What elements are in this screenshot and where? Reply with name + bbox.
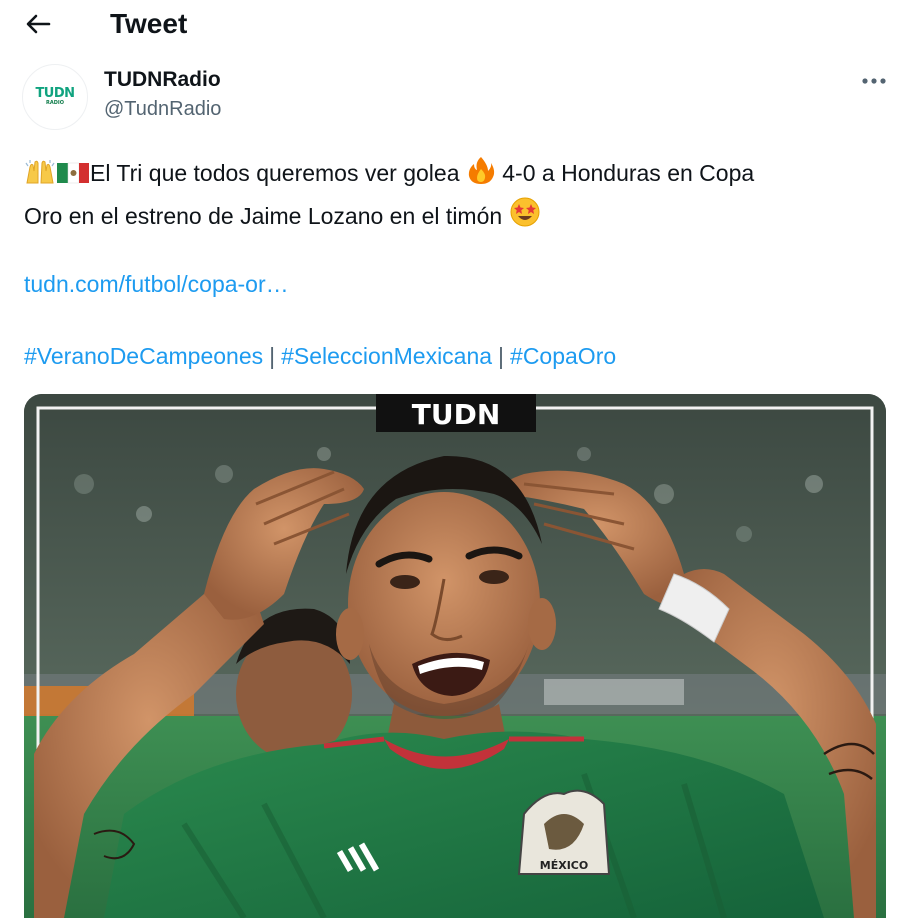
arrow-left-icon xyxy=(26,14,51,34)
hashtag-verano-de-campeones[interactable]: #VeranoDeCampeones xyxy=(24,343,263,369)
fire-emoji xyxy=(466,155,496,196)
avatar-logo-text: TUDN xyxy=(35,86,75,101)
star-struck-emoji xyxy=(509,196,541,239)
tweet-link[interactable]: tudn.com/futbol/copa-or… xyxy=(24,266,289,302)
more-options-button[interactable] xyxy=(856,68,892,94)
more-horizontal-icon xyxy=(862,78,886,84)
tweet-text-line1-b: 4-0 a Honduras en Copa xyxy=(495,160,755,186)
celebrating-player-photo: TUDN MÉXICO xyxy=(24,394,886,918)
author-handle[interactable]: @TudnRadio xyxy=(104,98,221,121)
tweet-text-line2: Oro en el estreno de Jaime Lozano en el … xyxy=(24,203,509,229)
tudn-watermark: TUDN xyxy=(412,398,501,431)
back-button[interactable] xyxy=(18,6,58,42)
page-title: Tweet xyxy=(110,8,188,39)
tweet-header: Tweet xyxy=(0,0,906,50)
author-display-name[interactable]: TUDNRadio xyxy=(104,68,221,92)
tweet-text: El Tri que todos queremos ver golea 4-0 … xyxy=(24,154,884,239)
avatar-logo-subtext: RADIO xyxy=(46,100,64,106)
tweet-media-image[interactable]: TUDN MÉXICO xyxy=(24,394,886,918)
mexico-flag-emoji xyxy=(56,158,90,196)
tweet-hashtags: #VeranoDeCampeones | #SeleccionMexicana | #C… xyxy=(24,338,616,374)
raising-hands-emoji xyxy=(24,158,56,196)
hashtag-separator: | xyxy=(269,343,276,369)
tweet-author: TUDN RADIO TUDNRadio @TudnRadio xyxy=(22,64,892,134)
hashtag-copa-oro[interactable]: #CopaOro xyxy=(510,343,616,369)
avatar[interactable]: TUDN RADIO xyxy=(22,64,88,130)
crest-text: MÉXICO xyxy=(540,859,588,872)
tweet-text-line1-a: El Tri que todos queremos ver golea xyxy=(90,160,466,186)
hashtag-separator: | xyxy=(498,343,505,369)
hashtag-seleccion-mexicana[interactable]: #SeleccionMexicana xyxy=(281,343,492,369)
